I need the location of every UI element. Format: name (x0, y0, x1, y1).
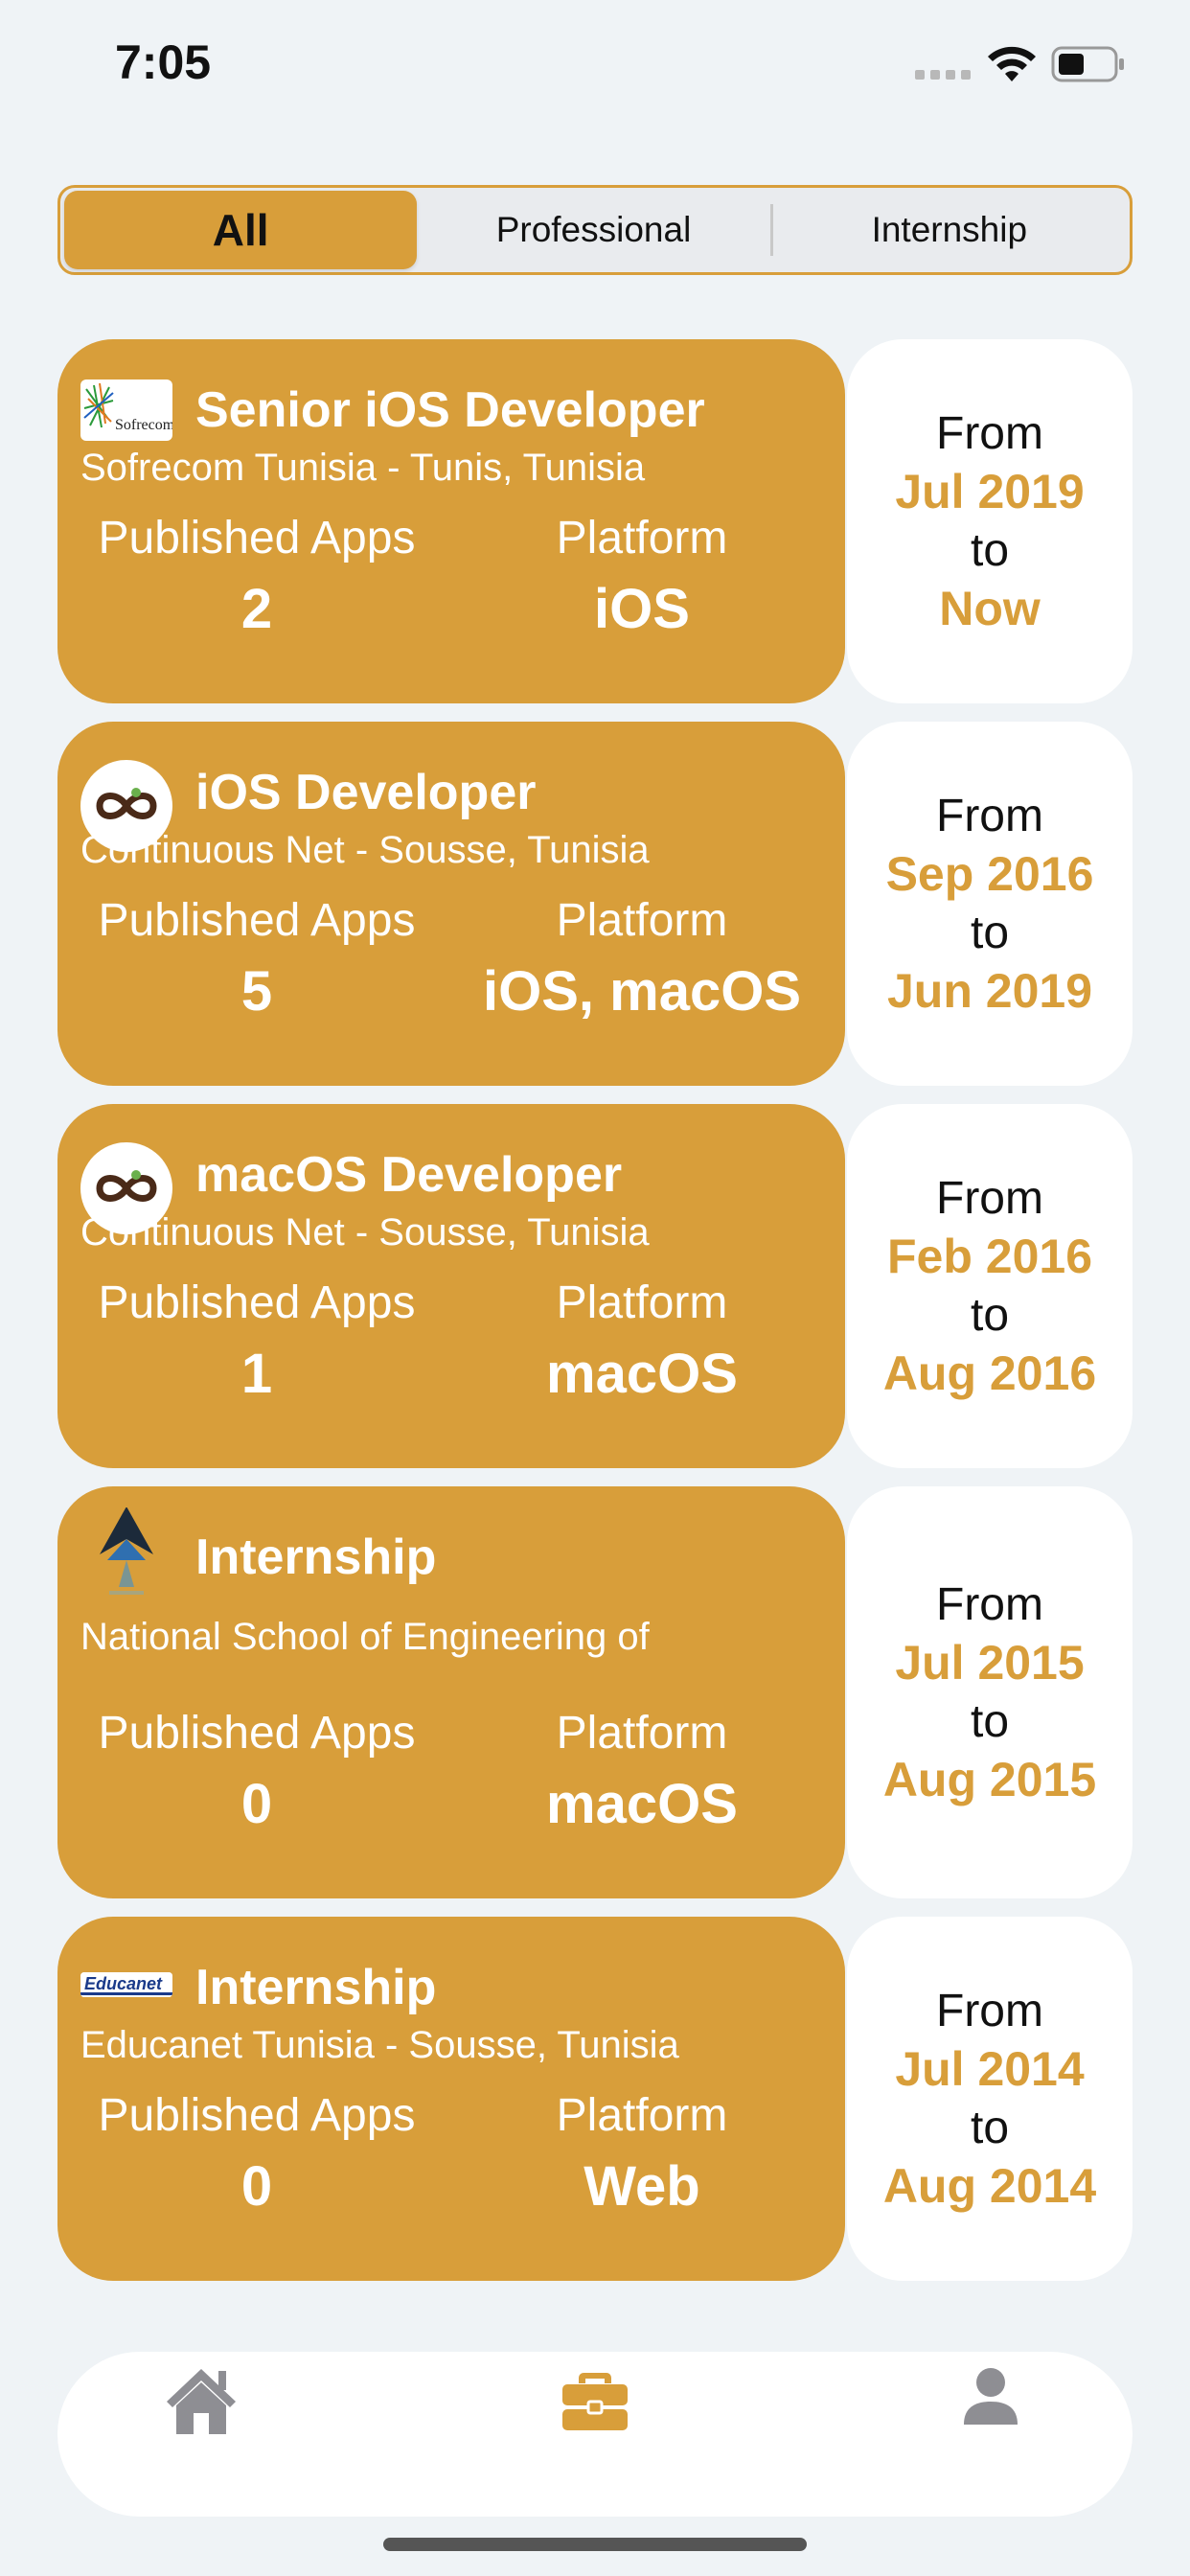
end-date: Now (939, 582, 1041, 635)
engineering-school-logo (80, 1507, 172, 1599)
published-apps-label: Published Apps (98, 1277, 416, 1328)
published-apps-value: 1 (240, 1343, 273, 1405)
platform-label: Platform (556, 1277, 728, 1328)
start-date: Feb 2016 (886, 1230, 1092, 1283)
job-title: iOS Developer (195, 765, 537, 820)
date-range-card: From Jul 2019 to Now (847, 339, 1133, 703)
segment-internship[interactable]: Internship (773, 191, 1126, 269)
end-date: Aug 2015 (882, 1753, 1097, 1806)
published-apps-label: Published Apps (98, 2090, 416, 2141)
published-apps-value: 0 (240, 2155, 273, 2218)
from-label: From (936, 1173, 1043, 1224)
date-range-card: From Sep 2016 to Jun 2019 (847, 722, 1133, 1086)
published-apps-label: Published Apps (98, 513, 416, 564)
cellular-signal-icon (915, 70, 973, 81)
sofrecom-logo: Sofrecom (80, 380, 172, 441)
company-location: Continuous Net - Sousse, Tunisia (80, 1211, 650, 1254)
to-label: to (970, 525, 1010, 576)
date-range-card: From Jul 2015 to Aug 2015 (847, 1486, 1133, 1898)
home-indicator (383, 2538, 807, 2551)
published-apps-value: 0 (240, 1773, 273, 1835)
platform-value: macOS (546, 1773, 738, 1835)
house-icon[interactable] (163, 2361, 240, 2438)
start-date: Sep 2016 (885, 847, 1094, 901)
svg-text:Educanet: Educanet (84, 1974, 163, 1993)
to-label: to (970, 2103, 1010, 2153)
published-apps-label: Published Apps (98, 895, 416, 946)
experience-filter-segmented-control: All Professional Internship (57, 185, 1133, 275)
job-title: Internship (195, 1530, 437, 1585)
platform-label: Platform (556, 2090, 728, 2141)
date-range-card: From Feb 2016 to Aug 2016 (847, 1104, 1133, 1468)
job-title: Senior iOS Developer (195, 382, 705, 438)
start-date: Jul 2015 (895, 1636, 1085, 1690)
experience-card[interactable]: Internship National School of Engineerin… (57, 1486, 845, 1898)
svg-text:Sofrecom: Sofrecom (115, 417, 172, 433)
start-date: Jul 2014 (895, 2042, 1085, 2096)
platform-value: iOS (594, 578, 690, 640)
segment-professional[interactable]: Professional (417, 191, 769, 269)
from-label: From (936, 1579, 1043, 1630)
briefcase-icon[interactable] (557, 2361, 633, 2438)
status-time: 7:05 (115, 35, 212, 89)
end-date: Jun 2019 (886, 964, 1092, 1018)
start-date: Jul 2019 (895, 465, 1085, 518)
company-location: National School of Engineering of (80, 1616, 650, 1658)
experience-card[interactable]: macOS Developer Continuous Net - Sousse,… (57, 1104, 845, 1468)
platform-value: iOS, macOS (482, 960, 802, 1023)
tab-bar (57, 2352, 1133, 2517)
experience-row[interactable]: iOS Developer Continuous Net - Sousse, T… (57, 722, 1133, 1086)
to-label: to (970, 1290, 1010, 1341)
platform-label: Platform (556, 895, 728, 946)
to-label: to (970, 908, 1010, 958)
company-location: Sofrecom Tunisia - Tunis, Tunisia (80, 447, 646, 489)
from-label: From (936, 408, 1043, 459)
published-apps-value: 5 (240, 960, 273, 1023)
end-date: Aug 2016 (882, 1346, 1097, 1400)
experience-row[interactable]: macOS Developer Continuous Net - Sousse,… (57, 1104, 1133, 1468)
to-label: to (970, 1696, 1010, 1747)
published-apps-value: 2 (240, 578, 273, 640)
platform-value: Web (584, 2155, 700, 2218)
published-apps-label: Published Apps (98, 1708, 416, 1759)
experience-row[interactable]: Internship National School of Engineerin… (57, 1486, 1133, 1898)
platform-label: Platform (556, 1708, 728, 1759)
company-location: Educanet Tunisia - Sousse, Tunisia (80, 2024, 679, 2066)
platform-value: macOS (546, 1343, 738, 1405)
experience-row[interactable]: Educanet Internship Educanet Tunisia - S… (57, 1917, 1133, 2281)
company-location: Continuous Net - Sousse, Tunisia (80, 829, 650, 871)
experience-card[interactable]: Educanet Internship Educanet Tunisia - S… (57, 1917, 845, 2281)
from-label: From (936, 1986, 1043, 2036)
from-label: From (936, 791, 1043, 841)
experience-card[interactable]: iOS Developer Continuous Net - Sousse, T… (57, 722, 845, 1086)
job-title: macOS Developer (195, 1147, 623, 1203)
end-date: Aug 2014 (882, 2159, 1097, 2213)
educanet-logo: Educanet (80, 1972, 172, 1997)
battery-icon (1051, 46, 1124, 82)
segment-all[interactable]: All (64, 191, 418, 269)
experience-row[interactable]: Sofrecom Senior iOS Developer Sofrecom T… (57, 339, 1133, 703)
person-icon[interactable] (952, 2361, 1029, 2438)
platform-label: Platform (556, 513, 728, 564)
status-bar: 7:05 (0, 0, 1190, 125)
wifi-icon (988, 46, 1036, 81)
experience-card[interactable]: Sofrecom Senior iOS Developer Sofrecom T… (57, 339, 845, 703)
date-range-card: From Jul 2014 to Aug 2014 (847, 1917, 1133, 2281)
job-title: Internship (195, 1960, 437, 2015)
